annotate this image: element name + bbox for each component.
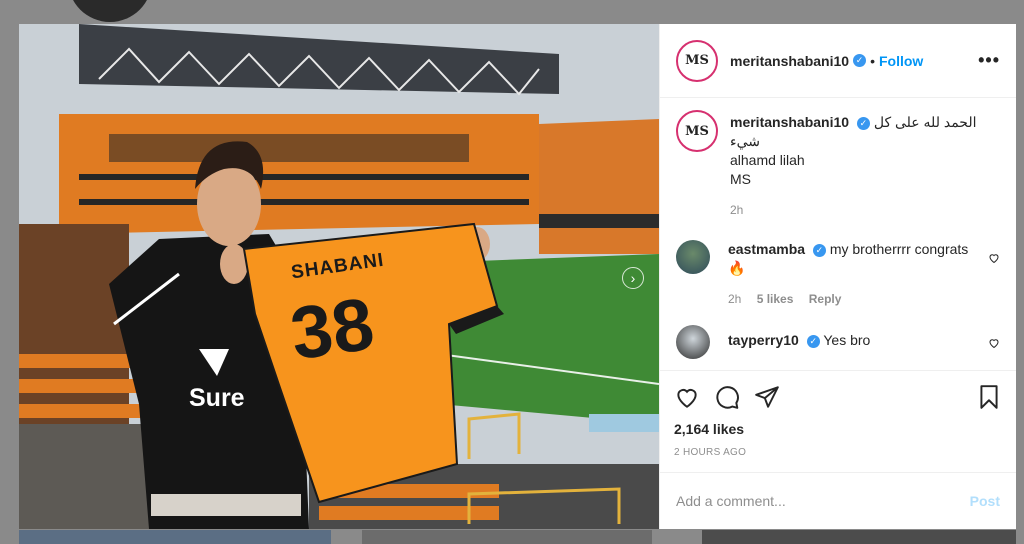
add-comment-bar: Post xyxy=(660,472,1016,529)
background-thumbnail xyxy=(702,530,1016,544)
like-icon[interactable] xyxy=(674,384,700,410)
background-avatar xyxy=(68,0,152,22)
comment-input[interactable] xyxy=(676,493,970,509)
background-thumbnail xyxy=(362,530,652,544)
like-count[interactable]: 2,164 likes xyxy=(674,421,1002,437)
post-modal: SHABANI 38 Sure › MS meritanshabani10 ✓ … xyxy=(19,24,1016,529)
comment-icon[interactable] xyxy=(714,384,740,410)
comment-username[interactable]: eastmamba xyxy=(728,241,805,257)
caption-line: alhamd lilah xyxy=(730,152,805,168)
comment-likes[interactable]: 5 likes xyxy=(757,292,794,306)
comment-item: eastmamba ✓ my brotherrrr congrats 🔥 2h … xyxy=(676,240,1000,309)
verified-icon: ✓ xyxy=(812,243,826,257)
ms-logo: MS xyxy=(680,43,714,78)
caption-signature: MS xyxy=(730,171,751,187)
more-options-icon[interactable]: ••• xyxy=(978,50,1000,71)
comment-like-icon[interactable] xyxy=(988,252,1000,264)
post-photo[interactable]: SHABANI 38 Sure › xyxy=(19,24,659,529)
reply-button[interactable]: Reply xyxy=(809,292,842,306)
caption-time: 2h xyxy=(730,203,744,217)
profile-avatar[interactable]: MS xyxy=(676,39,718,82)
comment-text: Yes bro xyxy=(823,332,871,348)
comment-username[interactable]: tayperry10 xyxy=(728,332,799,348)
post-actions: 2,164 likes 2 HOURS AGO xyxy=(660,370,1016,472)
sponsor-logo: Sure xyxy=(189,384,245,412)
share-icon[interactable] xyxy=(754,384,780,410)
header-username[interactable]: meritanshabani10 xyxy=(730,53,849,69)
verified-icon: ✓ xyxy=(806,334,820,348)
bookmark-icon[interactable] xyxy=(976,384,1002,410)
commenter-avatar[interactable] xyxy=(676,325,710,359)
jersey-number: 38 xyxy=(285,281,379,376)
background-thumbnail xyxy=(19,530,331,544)
caption: MS meritanshabani10 ✓ الحمد لله على كل ش… xyxy=(676,110,1000,220)
post-button[interactable]: Post xyxy=(970,493,1000,509)
verified-icon: ✓ xyxy=(853,54,867,67)
caption-avatar[interactable]: MS xyxy=(676,110,718,152)
caption-username[interactable]: meritanshabani10 xyxy=(730,114,849,130)
ms-logo: MS xyxy=(680,114,714,148)
next-arrow-icon[interactable]: › xyxy=(622,267,644,289)
post-sidebar: MS meritanshabani10 ✓ • Follow ••• MS me… xyxy=(659,24,1016,529)
post-header: MS meritanshabani10 ✓ • Follow ••• xyxy=(660,24,1016,98)
comment-time: 2h xyxy=(728,292,742,306)
follow-button[interactable]: Follow xyxy=(879,53,923,69)
post-timestamp: 2 HOURS AGO xyxy=(674,447,747,458)
comment-like-icon[interactable] xyxy=(988,337,1000,349)
separator-dot: • xyxy=(870,52,875,69)
commenter-avatar[interactable] xyxy=(676,240,710,274)
comment-item: tayperry10 ✓ Yes bro xyxy=(676,325,1000,359)
verified-icon: ✓ xyxy=(856,116,870,130)
comments-list: MS meritanshabani10 ✓ الحمد لله على كل ش… xyxy=(660,98,1016,370)
